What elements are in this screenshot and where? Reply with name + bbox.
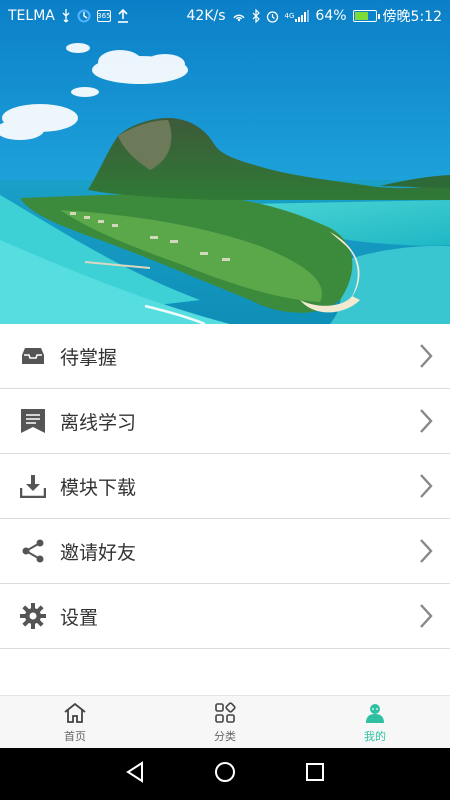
chevron-right-icon	[416, 537, 436, 565]
recents-square-icon	[305, 762, 325, 786]
status-bar: TELMA 365 42K/s 4G 64% 傍晚5:12	[0, 0, 450, 32]
hotspot-icon	[232, 9, 246, 23]
battery-icon	[352, 10, 380, 22]
menu-item-label: 设置	[60, 606, 99, 629]
inbox-icon	[18, 341, 48, 371]
alarm-icon	[266, 10, 279, 23]
network-type: 4G	[284, 12, 295, 20]
chevron-right-icon	[416, 407, 436, 435]
hero-image	[0, 0, 450, 324]
app-365-icon: 365	[96, 10, 111, 22]
menu-item-offline-learning[interactable]: 离线学习	[0, 389, 450, 454]
menu-item-pending[interactable]: 待掌握	[0, 324, 450, 389]
tab-label: 首页	[64, 729, 86, 743]
profile-icon	[362, 701, 388, 725]
net-speed: 42K/s	[186, 8, 226, 24]
menu-item-label: 模块下载	[60, 476, 137, 499]
menu-item-settings[interactable]: 设置	[0, 584, 450, 649]
clock: 傍晚5:12	[382, 9, 442, 25]
home-circle-icon	[214, 761, 236, 787]
menu-item-invite-friends[interactable]: 邀请好友	[0, 519, 450, 584]
tab-home[interactable]: 首页	[0, 696, 150, 748]
back-triangle-icon	[125, 761, 145, 787]
grid-icon	[212, 701, 238, 725]
battery-percent: 64%	[315, 8, 347, 24]
home-button[interactable]	[205, 754, 245, 794]
recents-button[interactable]	[295, 754, 335, 794]
chevron-right-icon	[416, 342, 436, 370]
back-button[interactable]	[115, 754, 155, 794]
menu-item-module-download[interactable]: 模块下载	[0, 454, 450, 519]
gear-icon	[18, 601, 48, 631]
share-icon	[18, 536, 48, 566]
bookmark-list-icon	[18, 406, 48, 436]
usb-icon	[61, 9, 71, 23]
bottom-tab-bar: 首页 分类 我的	[0, 695, 450, 748]
tab-label: 分类	[214, 729, 236, 743]
chevron-right-icon	[416, 602, 436, 630]
sync-icon	[77, 9, 91, 23]
tab-category[interactable]: 分类	[150, 696, 300, 748]
profile-menu: 待掌握 离线学习 模块下载 邀请好友 设置	[0, 324, 450, 649]
carrier-label: TELMA	[8, 8, 55, 24]
tab-mine[interactable]: 我的	[300, 696, 450, 748]
chevron-right-icon	[416, 472, 436, 500]
menu-item-label: 离线学习	[60, 411, 137, 434]
home-icon	[62, 701, 88, 725]
bluetooth-icon	[252, 9, 260, 23]
menu-item-label: 邀请好友	[60, 541, 137, 564]
upload-icon	[117, 9, 129, 23]
tab-label: 我的	[364, 729, 386, 743]
download-icon	[18, 471, 48, 501]
signal-icon: 4G	[285, 10, 310, 22]
system-nav-bar	[0, 748, 450, 800]
menu-item-label: 待掌握	[60, 346, 118, 369]
